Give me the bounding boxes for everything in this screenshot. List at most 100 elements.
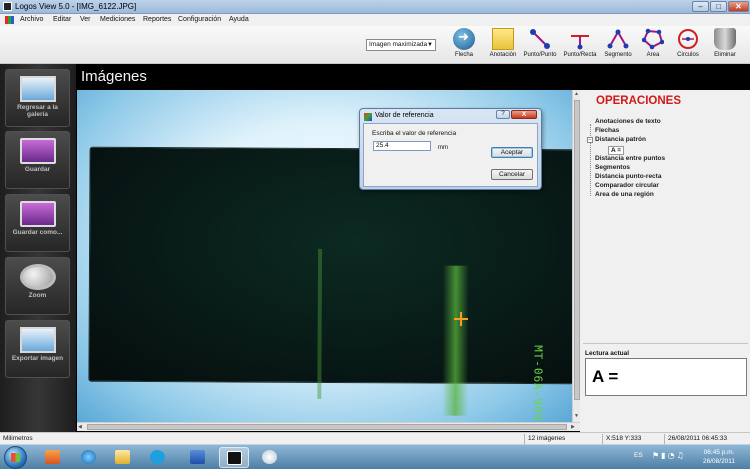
tool-label: Flecha — [454, 52, 473, 58]
tool-label: Circulos — [677, 52, 699, 58]
tool-anotacion[interactable]: Anotación — [484, 28, 522, 62]
op-anotaciones[interactable]: Anotaciones de texto — [595, 118, 661, 125]
paint-icon — [262, 450, 277, 464]
op-distancia-patron-value[interactable]: A = — [608, 146, 625, 155]
scroll-up-icon[interactable]: ▲ — [574, 90, 579, 98]
menu-configuracion[interactable]: Configuración — [178, 16, 221, 23]
tool-circulos[interactable]: Circulos — [669, 28, 707, 62]
taskbar-word[interactable] — [183, 447, 213, 468]
status-bar: Milimetros 12 imágenes X:518 Y:333 26/08… — [0, 432, 750, 444]
menu-editar[interactable]: Editar — [53, 16, 71, 23]
op-flechas[interactable]: Flechas — [595, 127, 619, 134]
tray-icons[interactable]: ⚑▮◔♫ — [652, 451, 686, 460]
scroll-right-icon[interactable]: ▶ — [571, 423, 575, 431]
save-button[interactable]: Guardar — [5, 131, 70, 189]
menu-reportes[interactable]: Reportes — [143, 16, 171, 23]
reference-value-input[interactable]: 25.4 — [373, 141, 431, 151]
status-datetime: 26/08/2011 06:45:33 — [664, 434, 748, 444]
arrow-icon — [453, 28, 475, 50]
reference-value-dialog: Valor de referencia ? X Escriba el valor… — [359, 108, 542, 190]
horizontal-scrollbar[interactable]: ◀ ▶ — [77, 422, 580, 431]
op-distancia-punto-recta[interactable]: Distancia punto-recta — [595, 173, 661, 180]
taskbar-paint[interactable] — [255, 447, 285, 468]
menu-bar: Archivo Editar Ver Mediciones Reportes C… — [0, 14, 750, 26]
circle-icon — [678, 29, 698, 49]
back-to-gallery-button[interactable]: Regresar a la galería — [5, 69, 70, 127]
clock[interactable]: 06:45 p.m. 26/08/2011 — [703, 448, 735, 466]
document-menu-icon[interactable] — [5, 16, 14, 24]
tool-eliminar[interactable]: Eliminar — [706, 28, 744, 62]
segment-icon — [607, 29, 629, 49]
internet-explorer-icon — [81, 450, 96, 464]
tool-segmento[interactable]: Segmento — [599, 28, 637, 62]
minimize-button[interactable]: – — [692, 1, 709, 12]
menu-ver[interactable]: Ver — [80, 16, 91, 23]
tree-connector — [590, 124, 591, 196]
save-as-button[interactable]: Guardar como... — [5, 194, 70, 252]
plate-stripe — [317, 248, 323, 399]
op-distancia-patron[interactable]: Distancia patrón — [595, 136, 646, 143]
tool-area[interactable]: Area — [634, 28, 672, 62]
sidebar-item-label: Zoom — [28, 292, 47, 299]
export-image-button[interactable]: Exportar imagen — [5, 320, 70, 378]
clock-date: 26/08/2011 — [703, 458, 736, 465]
page-title: Imágenes — [81, 68, 147, 85]
app-icon — [3, 2, 12, 11]
taskbar-explorer[interactable] — [108, 447, 138, 468]
menu-mediciones[interactable]: Mediciones — [100, 16, 135, 23]
current-reading-value: A = — [592, 367, 619, 386]
unit-label: mm — [438, 145, 448, 151]
accept-button[interactable]: Aceptar — [491, 147, 533, 158]
op-distancia-puntos[interactable]: Distancia entre puntos — [595, 155, 665, 162]
operations-title: OPERACIONES — [596, 95, 681, 107]
current-reading-label: Lectura actual — [585, 350, 630, 357]
chevron-down-icon: ▼ — [427, 42, 433, 48]
word-icon — [190, 450, 205, 464]
logos-view-icon — [227, 451, 242, 465]
folder-icon — [115, 450, 130, 464]
collapse-icon[interactable]: − — [587, 137, 593, 143]
dialog-body: Escriba el valor de referencia 25.4 mm A… — [363, 123, 538, 187]
clock-time: 06:45 p.m. — [703, 449, 735, 456]
gallery-icon — [19, 76, 56, 102]
op-area-region[interactable]: Area de una región — [595, 191, 654, 198]
dialog-close-button[interactable]: X — [511, 110, 537, 119]
tool-label: Area — [646, 52, 660, 58]
scroll-left-icon[interactable]: ◀ — [78, 423, 82, 431]
op-comparador-circular[interactable]: Comparador circular — [595, 182, 659, 189]
dialog-help-button[interactable]: ? — [496, 110, 510, 119]
status-image-count: 12 imágenes — [524, 434, 594, 444]
menu-archivo[interactable]: Archivo — [20, 16, 43, 23]
cancel-button[interactable]: Cancelar — [491, 169, 533, 180]
zoom-select[interactable]: Imagen maximizada ▼ — [366, 39, 436, 51]
zoom-select-value: Imagen maximizada — [369, 41, 428, 48]
taskbar-internet-explorer[interactable] — [74, 447, 104, 468]
horizontal-scroll-thumb[interactable] — [87, 424, 567, 430]
taskbar-logos-view[interactable] — [219, 447, 249, 468]
maximize-button[interactable]: □ — [710, 1, 727, 12]
zoom-button[interactable]: Zoom — [5, 257, 70, 315]
tool-label: Segmento — [604, 52, 632, 58]
export-icon — [19, 327, 56, 353]
vertical-scrollbar[interactable]: ▲ ▼ — [572, 90, 580, 422]
tool-flecha[interactable]: Flecha — [445, 28, 483, 62]
point-to-line-icon — [571, 35, 589, 50]
window-title: Logos View 5.0 - [IMG_6122.JPG] — [15, 2, 137, 11]
operations-panel: OPERACIONES − Anotaciones de texto Flech… — [580, 90, 750, 432]
point-to-point-icon — [530, 29, 550, 49]
scroll-down-icon[interactable]: ▼ — [574, 412, 579, 420]
menu-ayuda[interactable]: Ayuda — [229, 16, 249, 23]
start-button[interactable] — [4, 446, 27, 469]
language-indicator[interactable]: ES — [634, 452, 643, 459]
tool-punto-punto[interactable]: Punto/Punto — [521, 28, 559, 62]
sidebar-item-label: Guardar — [24, 166, 51, 173]
tool-punto-recta[interactable]: Punto/Recta — [561, 28, 599, 62]
crosshair-cursor — [454, 312, 468, 326]
op-segmentos[interactable]: Segmentos — [595, 164, 630, 171]
taskbar-skype[interactable] — [143, 447, 173, 468]
sidebar: Regresar a la galería Guardar Guardar co… — [0, 64, 76, 432]
taskbar-media-player[interactable] — [38, 447, 68, 468]
sidebar-item-label: Regresar a la galería — [17, 104, 58, 118]
close-button[interactable]: ✕ — [728, 1, 749, 12]
title-bar: Logos View 5.0 - [IMG_6122.JPG] – □ ✕ — [0, 0, 750, 14]
